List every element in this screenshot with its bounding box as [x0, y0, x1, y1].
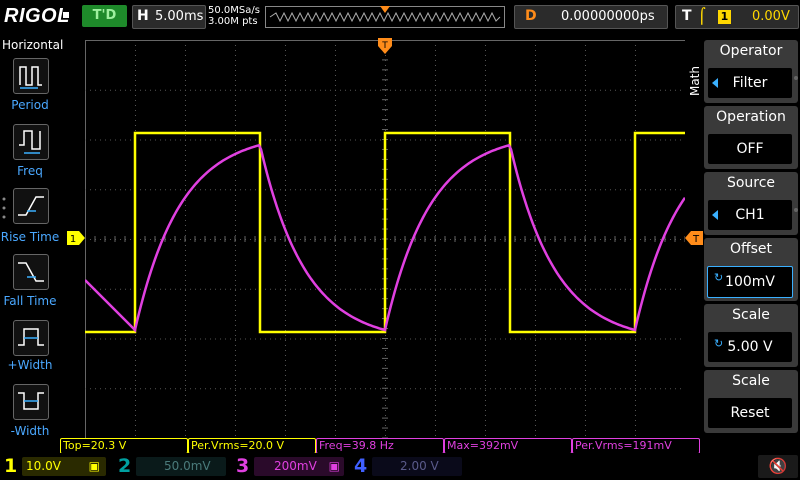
measurement-top[interactable]: Top=20.3 V — [60, 438, 188, 454]
top-status-bar: RIGOL T'D H 5.00ms 50.0MSa/s 3.00M pts D… — [0, 0, 800, 36]
negative-width-label: -Width — [10, 424, 50, 438]
source-value: CH1 — [708, 200, 792, 230]
ch1-offset-marker-label: 1 — [70, 234, 76, 245]
rise-time-icon — [18, 196, 44, 216]
trigger-readout[interactable]: T ⌠ 1 0.00V — [675, 5, 799, 29]
brand-logo: RIGOL — [4, 5, 70, 27]
frequency-button[interactable] — [13, 124, 49, 160]
memory-depth: 3.00M pts — [208, 16, 258, 27]
trigger-level-marker[interactable]: T — [685, 231, 703, 245]
delay-key: D — [525, 8, 537, 24]
source-title: Source — [726, 175, 776, 191]
menu-edge-dot — [794, 76, 798, 80]
channel-4-scale-value: 2.00 V — [400, 459, 439, 473]
timebase-value: 5.00ms — [155, 9, 204, 24]
positive-width-button[interactable] — [13, 320, 49, 356]
negative-width-icon — [18, 392, 44, 410]
positive-width-label: +Width — [7, 358, 53, 372]
channel-4[interactable]: 4 2.00 V — [354, 455, 466, 478]
period-label: Period — [11, 98, 49, 112]
negative-width-button[interactable] — [13, 384, 49, 420]
horizontal-key: H — [137, 8, 149, 24]
ch1-offset-marker[interactable]: 1 — [67, 231, 85, 245]
math-menu: Operator Filter Operation OFF Source CH1… — [704, 36, 800, 456]
channel-1-number: 1 — [4, 455, 18, 477]
offset-title: Offset — [729, 241, 773, 257]
trigger-source-badge: 1 — [718, 10, 731, 24]
scale-reset-title: Scale — [732, 373, 770, 389]
measurement-ch1-vrms[interactable]: Per.Vrms=20.0 V — [188, 438, 316, 454]
trigger-time-marker-label: T — [381, 41, 388, 51]
coupling-icon: ▣ — [328, 459, 340, 473]
channel-2-number: 2 — [118, 455, 132, 477]
left-arrow-icon — [712, 210, 718, 220]
measurement-frequency[interactable]: Freq=39.8 Hz — [316, 438, 444, 454]
knob-icon: ↻ — [714, 337, 724, 350]
memory-bar — [265, 6, 505, 28]
channel-3-scale-value: 200mV — [274, 459, 317, 473]
operation-title: Operation — [716, 109, 786, 125]
menu-side-label: Math — [688, 66, 702, 97]
rise-time-label: Rise Time — [0, 230, 60, 244]
operator-value: Filter — [708, 68, 792, 98]
measurement-math-vrms[interactable]: Per.Vrms=191mV — [572, 438, 700, 454]
rising-edge-icon: ⌠ — [698, 7, 706, 25]
panel-scroll-dots — [2, 196, 6, 226]
period-icon — [19, 66, 42, 89]
operator-menu-item[interactable]: Operator Filter — [704, 40, 798, 103]
channel-4-scale: 2.00 V — [372, 457, 462, 476]
brand-logo-mark — [63, 12, 69, 18]
channel-3-scale: 200mV ▣ — [254, 457, 344, 476]
channel-3[interactable]: 3 200mV ▣ — [236, 455, 348, 478]
trigger-level-marker-label: T — [692, 234, 700, 245]
sample-info: 50.0MSa/s 3.00M pts — [208, 5, 260, 27]
fall-time-button[interactable] — [13, 254, 49, 290]
trigger-time-marker[interactable]: T — [378, 38, 392, 56]
coupling-icon: ▣ — [88, 459, 100, 473]
menu-edge-dot — [794, 208, 798, 212]
run-status-badge[interactable]: T'D — [82, 5, 127, 27]
operation-value: OFF — [708, 134, 792, 164]
left-arrow-icon — [712, 78, 718, 88]
delay-value: 0.00000000ps — [561, 9, 655, 24]
frequency-label: Freq — [17, 164, 43, 178]
source-menu-item[interactable]: Source CH1 — [704, 172, 798, 235]
scale-reset-menu-item[interactable]: Scale Reset — [704, 370, 798, 433]
ch1-waveform — [85, 131, 685, 334]
channel-1-scale-value: 10.0V — [26, 459, 61, 473]
waveform-display[interactable] — [85, 40, 685, 438]
operator-title: Operator — [719, 43, 783, 59]
fall-time-label: Fall Time — [3, 294, 57, 308]
sample-rate: 50.0MSa/s — [208, 5, 260, 16]
horizontal-timebase[interactable]: H 5.00ms — [132, 5, 206, 29]
scale-title: Scale — [732, 307, 770, 323]
fall-time-icon — [18, 262, 44, 282]
trigger-key: T — [682, 8, 692, 24]
scale-reset-value: Reset — [708, 398, 792, 428]
trigger-position-marker — [380, 6, 390, 13]
channel-2-scale: 50.0mV — [136, 457, 226, 476]
channel-1[interactable]: 1 10.0V ▣ — [4, 455, 112, 478]
channel-1-scale: 10.0V ▣ — [22, 457, 106, 476]
period-button[interactable] — [13, 58, 49, 94]
measurement-max[interactable]: Max=392mV — [444, 438, 572, 454]
speaker-mute-icon[interactable]: 🔇 — [758, 455, 798, 478]
delay-readout[interactable]: D 0.00000000ps — [514, 5, 668, 29]
scale-menu-item[interactable]: Scale 5.00 V ↻ — [704, 304, 798, 367]
operation-menu-item[interactable]: Operation OFF — [704, 106, 798, 169]
channel-4-number: 4 — [354, 455, 368, 477]
trigger-level: 0.00V — [752, 9, 790, 24]
panel-title: Horizontal — [2, 38, 64, 52]
channel-3-number: 3 — [236, 455, 250, 477]
rise-time-button[interactable] — [13, 188, 49, 224]
offset-menu-item[interactable]: Offset 100mV ↻ — [704, 238, 798, 301]
positive-width-icon — [18, 328, 44, 346]
channel-2[interactable]: 2 50.0mV — [118, 455, 230, 478]
channel-2-scale-value: 50.0mV — [164, 459, 211, 473]
frequency-icon — [19, 130, 41, 154]
horizontal-measure-panel: Horizontal Period Freq Rise Time Fall Ti… — [0, 36, 64, 456]
knob-icon: ↻ — [714, 271, 724, 284]
